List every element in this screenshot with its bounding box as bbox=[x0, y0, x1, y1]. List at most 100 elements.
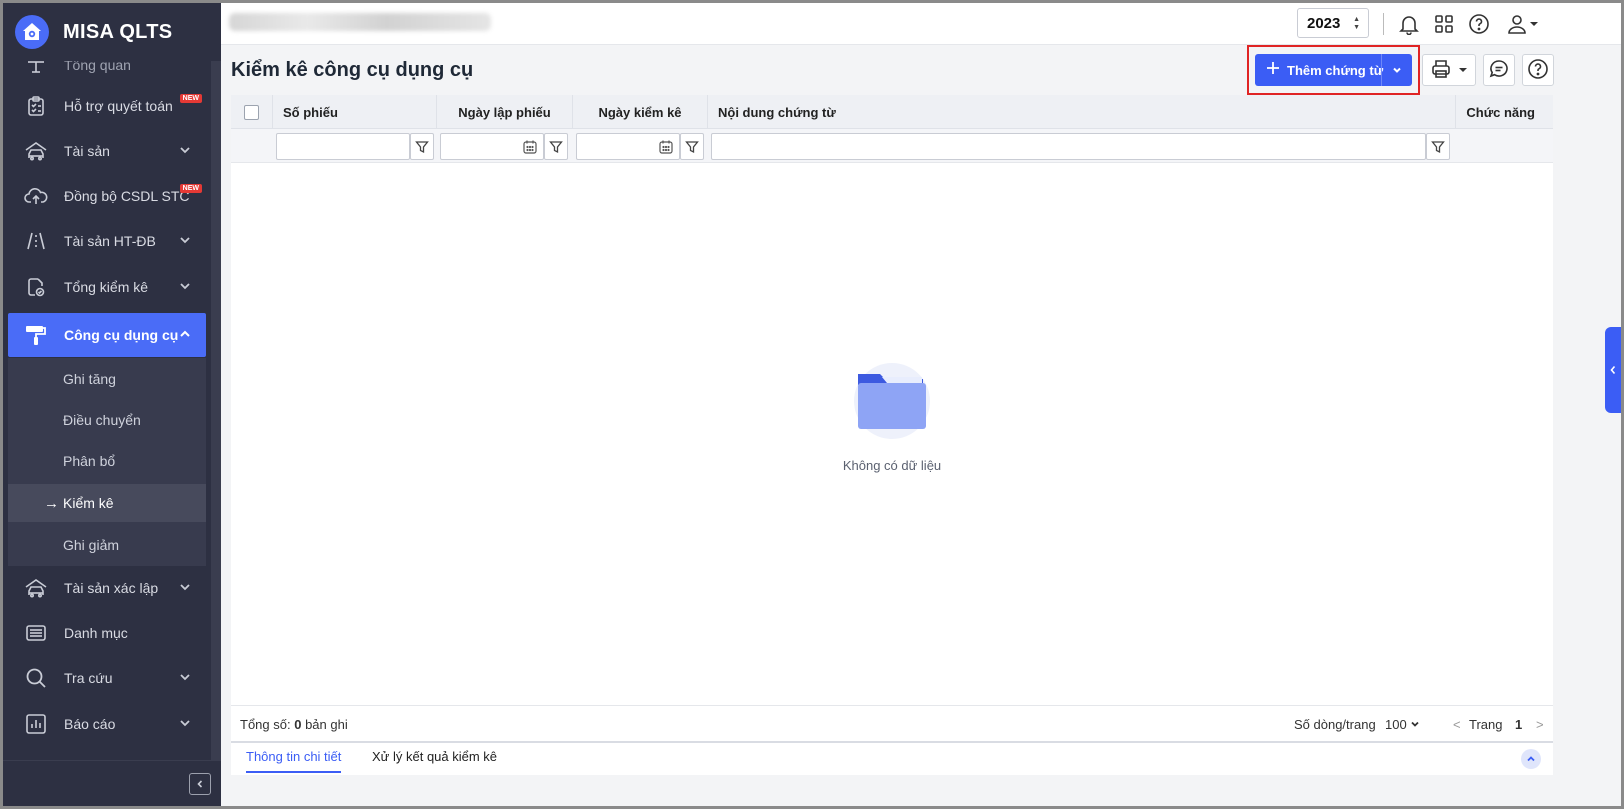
sidebar-footer bbox=[3, 760, 221, 806]
submenu-item-inventory[interactable]: → Kiểm kê bbox=[8, 484, 206, 522]
year-value: 2023 bbox=[1307, 14, 1341, 32]
filter-icon[interactable] bbox=[1426, 133, 1450, 160]
chevron-down-icon bbox=[178, 716, 192, 733]
add-voucher-button[interactable]: Thêm chứng từ bbox=[1255, 54, 1412, 86]
next-page-icon[interactable]: > bbox=[1536, 717, 1544, 732]
paint-roller-icon bbox=[24, 323, 48, 347]
tab-detail-info[interactable]: Thông tin chi tiết bbox=[246, 749, 342, 773]
sidebar-item-tools[interactable]: Công cụ dụng cụ bbox=[8, 313, 206, 357]
car-house-icon bbox=[24, 139, 48, 163]
page-number[interactable]: 1 bbox=[1515, 717, 1522, 732]
sidebar-item-established-assets[interactable]: Tài sản xác lập bbox=[8, 566, 206, 610]
plus-icon bbox=[1265, 59, 1283, 82]
help-icon[interactable] bbox=[1467, 12, 1491, 36]
new-badge: NEW bbox=[179, 94, 202, 103]
total-count: 0 bbox=[294, 717, 302, 732]
sidebar-menu-lower: Tài sản xác lập Danh mục Tra cứu Báo cáo bbox=[3, 566, 211, 760]
filter-icon[interactable] bbox=[680, 133, 704, 160]
select-all-cell bbox=[231, 95, 273, 129]
sidebar-item-general-inventory[interactable]: Tổng kiểm kê bbox=[8, 265, 206, 309]
calendar-icon[interactable] bbox=[522, 139, 538, 158]
sidebar-item-assets[interactable]: Tài sản bbox=[8, 129, 206, 173]
page-help-button[interactable] bbox=[1522, 54, 1554, 86]
apps-grid-icon[interactable] bbox=[1432, 12, 1456, 36]
search-icon bbox=[24, 666, 48, 690]
content-filter-input[interactable] bbox=[711, 133, 1426, 160]
filter-icon[interactable] bbox=[410, 133, 434, 160]
chevron-down-icon bbox=[178, 279, 192, 296]
column-header-content[interactable]: Nội dung chứng từ bbox=[708, 95, 1456, 129]
column-header-label: Chức năng bbox=[1466, 104, 1535, 120]
submenu-item-label: Điều chuyển bbox=[63, 412, 141, 428]
column-header-voucher-no[interactable]: Số phiếu bbox=[273, 95, 437, 129]
tools-submenu: Ghi tăng Điều chuyển Phân bổ → Kiểm kê G… bbox=[8, 358, 206, 566]
comment-button[interactable] bbox=[1483, 54, 1515, 86]
submenu-item-decrease[interactable]: Ghi giảm bbox=[8, 526, 206, 564]
submenu-item-increase[interactable]: Ghi tăng bbox=[8, 360, 206, 398]
comment-icon bbox=[1488, 58, 1510, 83]
user-avatar-icon[interactable] bbox=[1505, 12, 1529, 36]
total-suffix: bản ghi bbox=[305, 717, 348, 732]
sidebar-item-label: Công cụ dụng cụ bbox=[64, 327, 179, 343]
spinner-arrows-icon[interactable]: ▲ ▼ bbox=[1353, 16, 1360, 32]
chevron-down-icon bbox=[178, 670, 192, 687]
sidebar-item-settlement[interactable]: Hỗ trợ quyết toán NEW bbox=[8, 84, 206, 128]
collapse-sidebar-button[interactable] bbox=[189, 773, 211, 795]
new-badge: NEW bbox=[179, 184, 202, 193]
report-chart-icon bbox=[24, 712, 48, 736]
empty-state: Không có dữ liệu bbox=[231, 163, 1553, 705]
calendar-icon[interactable] bbox=[658, 139, 674, 158]
road-icon bbox=[24, 229, 48, 253]
chevron-down-icon bbox=[1458, 63, 1468, 78]
sidebar-item-label: Hỗ trợ quyết toán bbox=[64, 98, 173, 114]
created-date-filter-input[interactable] bbox=[440, 133, 544, 160]
chevron-down-icon bbox=[1410, 717, 1420, 732]
sidebar-item-label: Tài sản bbox=[64, 143, 110, 159]
sidebar-item-catalog[interactable]: Danh mục bbox=[8, 611, 206, 655]
sidebar-item-reports[interactable]: Báo cáo bbox=[8, 702, 206, 746]
cloud-upload-icon bbox=[24, 184, 48, 208]
page-label: Trang bbox=[1469, 717, 1503, 732]
sidebar: MISA QLTS Tổng quan Hỗ trợ quyết toán NE… bbox=[3, 3, 221, 806]
submenu-item-allocation[interactable]: Phân bổ bbox=[8, 442, 206, 480]
sidebar-item-label: Tổng quan bbox=[64, 61, 131, 73]
column-header-created-date[interactable]: Ngày lập phiếu bbox=[437, 95, 573, 129]
sidebar-item-sync[interactable]: Đồng bộ CSDL STC NEW bbox=[8, 174, 206, 218]
filter-icon[interactable] bbox=[544, 133, 568, 160]
print-button[interactable] bbox=[1422, 54, 1476, 86]
tab-inventory-result[interactable]: Xử lý kết quả kiểm kê bbox=[372, 749, 497, 773]
sidebar-item-lookup[interactable]: Tra cứu bbox=[8, 656, 206, 700]
select-all-checkbox[interactable] bbox=[244, 104, 259, 120]
right-panel-toggle[interactable] bbox=[1605, 327, 1621, 413]
rows-per-page-select[interactable]: 100 bbox=[1385, 717, 1420, 732]
submenu-item-label: Kiểm kê bbox=[63, 495, 114, 511]
rows-per-page-label: Số dòng/trang bbox=[1294, 717, 1376, 732]
app-name: MISA QLTS bbox=[63, 20, 173, 43]
sidebar-item-label: Tổng kiểm kê bbox=[64, 279, 149, 295]
total-records: Tổng số: 0 bản ghi bbox=[240, 717, 348, 732]
brand[interactable]: MISA QLTS bbox=[3, 3, 221, 61]
chevron-down-icon[interactable] bbox=[1381, 54, 1412, 86]
sidebar-item-infrastructure[interactable]: Tài sản HT-ĐB bbox=[8, 219, 206, 263]
previous-page-icon[interactable]: < bbox=[1453, 717, 1461, 732]
column-header-label: Ngày kiểm kê bbox=[598, 104, 682, 120]
inventory-date-filter-input[interactable] bbox=[576, 133, 680, 160]
expand-panel-button[interactable] bbox=[1521, 749, 1541, 769]
add-voucher-label: Thêm chứng từ bbox=[1287, 62, 1384, 78]
year-selector[interactable]: 2023 ▲ ▼ bbox=[1297, 8, 1369, 38]
submenu-item-transfer[interactable]: Điều chuyển bbox=[8, 401, 206, 439]
notification-bell-icon[interactable] bbox=[1397, 12, 1421, 36]
column-header-label: Ngày lập phiếu bbox=[458, 104, 551, 120]
total-prefix: Tổng số: bbox=[240, 717, 291, 732]
column-header-inventory-date[interactable]: Ngày kiểm kê bbox=[573, 95, 708, 129]
voucher-no-filter-input[interactable] bbox=[276, 133, 410, 160]
submenu-item-label: Ghi giảm bbox=[63, 537, 120, 553]
sidebar-item-label: Đồng bộ CSDL STC bbox=[64, 188, 190, 204]
user-menu-caret-icon[interactable] bbox=[1527, 12, 1541, 36]
grid-footer: Tổng số: 0 bản ghi Số dòng/trang 100 < T… bbox=[231, 705, 1553, 741]
submenu-item-label: Ghi tăng bbox=[63, 371, 116, 387]
data-grid: Số phiếu Ngày lập phiếu Ngày kiểm kê Nội… bbox=[231, 95, 1553, 705]
sidebar-scrollbar[interactable] bbox=[211, 61, 221, 760]
chevron-down-icon bbox=[178, 233, 192, 250]
app-window: MISA QLTS Tổng quan Hỗ trợ quyết toán NE… bbox=[0, 0, 1624, 809]
